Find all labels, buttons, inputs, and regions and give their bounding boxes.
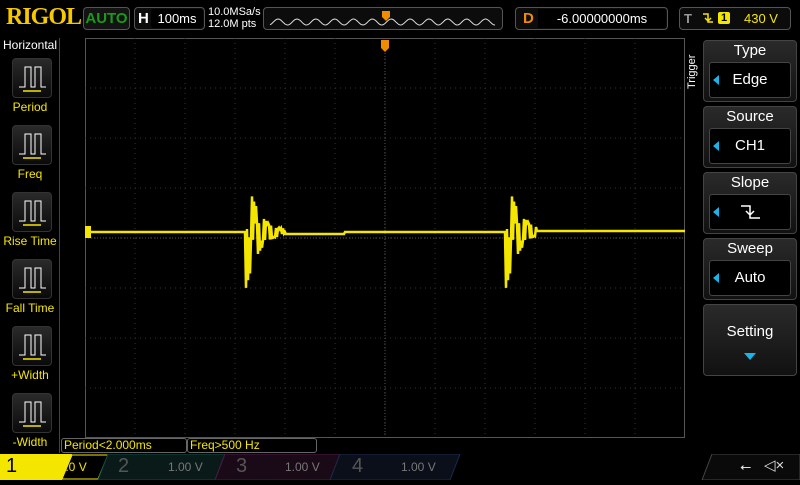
button-value: Edge — [709, 62, 791, 98]
ch1-scale[interactable]: 20.0 V — [52, 460, 87, 485]
measure-label: +Width — [11, 368, 49, 382]
button-title: Slope — [730, 174, 770, 191]
trigger-source: 1 — [718, 12, 731, 24]
trigger-setting-button[interactable]: Setting — [703, 304, 797, 376]
ch4-number[interactable]: 4 — [352, 455, 363, 480]
measure-button--width[interactable] — [12, 326, 52, 366]
measure-label: -Width — [12, 435, 48, 449]
ch1-offset-marker — [79, 226, 91, 238]
delay-label: D — [523, 10, 534, 27]
trigger-label: T — [684, 11, 692, 26]
ch3-number[interactable]: 3 — [236, 455, 247, 480]
delay-box[interactable]: D -6.00000000ms — [515, 7, 668, 30]
measure-1-icon — [19, 133, 46, 159]
left-arrow-icon — [713, 141, 719, 151]
measure-label: Rise Time — [3, 234, 57, 248]
button-title: Type — [733, 42, 767, 59]
button-value: Auto — [709, 260, 791, 296]
left-arrow-icon — [713, 207, 719, 217]
button-title: Setting — [726, 323, 774, 340]
trigger-type-button[interactable]: Type Edge — [703, 40, 797, 102]
measurement-freq[interactable]: Freq>500 Hz — [187, 438, 317, 453]
run-status[interactable]: AUTO — [83, 7, 130, 30]
chevron-down-icon — [744, 353, 756, 360]
button-value — [709, 194, 791, 230]
measure-2-icon — [19, 200, 46, 226]
graticule — [75, 38, 685, 438]
acquisition-info: 10.0MSa/s 12.0M pts — [208, 6, 261, 30]
timebase-value: 100ms — [151, 9, 203, 28]
trigger-source-button[interactable]: Source CH1 — [703, 106, 797, 168]
mute-icon[interactable]: ◁× — [764, 456, 784, 474]
measure-label: Freq — [17, 167, 43, 181]
trigger-tab: Trigger — [686, 54, 698, 90]
measure-button-rise-time[interactable] — [12, 192, 52, 232]
usb-icon: ⭠ — [740, 458, 752, 474]
trigger-slope-button[interactable]: Slope — [703, 172, 797, 234]
horizontal-measure-menu: Horizontal Period Freq Rise Time Fall Time +… — [0, 38, 60, 453]
ch2-scale[interactable]: 1.00 V — [168, 460, 203, 485]
ch4-scale[interactable]: 1.00 V — [401, 460, 436, 485]
measure-3-icon — [19, 267, 46, 293]
sample-rate: 10.0MSa/s — [208, 6, 261, 18]
button-title: Source — [726, 108, 774, 125]
button-title: Sweep — [727, 240, 773, 257]
waveform-display[interactable] — [75, 38, 685, 438]
measure-button-freq[interactable] — [12, 125, 52, 165]
memory-waveform — [269, 11, 496, 26]
memory-overview[interactable] — [263, 7, 503, 30]
ch1-number[interactable]: 1 — [6, 455, 17, 480]
measure-5-icon — [19, 401, 46, 427]
left-arrow-icon — [713, 273, 719, 283]
falling-edge-icon — [702, 11, 714, 28]
memory-depth: 12.0M pts — [208, 18, 257, 30]
measure-button-fall-time[interactable] — [12, 259, 52, 299]
ch2-number[interactable]: 2 — [118, 455, 129, 480]
measure-button-period[interactable] — [12, 58, 52, 98]
trigger-sweep-button[interactable]: Sweep Auto — [703, 238, 797, 300]
button-value: CH1 — [709, 128, 791, 164]
delay-value: -6.00000000ms — [538, 9, 666, 28]
trigger-box[interactable]: T 1 430 V — [679, 7, 791, 30]
timebase-box[interactable]: H 100ms — [134, 7, 205, 30]
measure-label: Fall Time — [5, 301, 55, 315]
left-arrow-icon — [713, 75, 719, 85]
measure-button--width[interactable] — [12, 393, 52, 433]
rigol-logo: RIGOL — [6, 4, 82, 30]
falling-edge-icon — [741, 205, 760, 219]
menu-title: Horizontal — [3, 38, 58, 52]
measure-4-icon — [19, 334, 46, 360]
measure-label: Period — [12, 100, 48, 114]
measure-0-icon — [19, 66, 46, 92]
timebase-label: H — [138, 10, 149, 27]
measurement-period[interactable]: Period<2.000ms — [61, 438, 187, 453]
ch3-scale[interactable]: 1.00 V — [285, 460, 320, 485]
trigger-level: 430 V — [744, 11, 778, 26]
trigger-position-icon — [381, 40, 389, 52]
